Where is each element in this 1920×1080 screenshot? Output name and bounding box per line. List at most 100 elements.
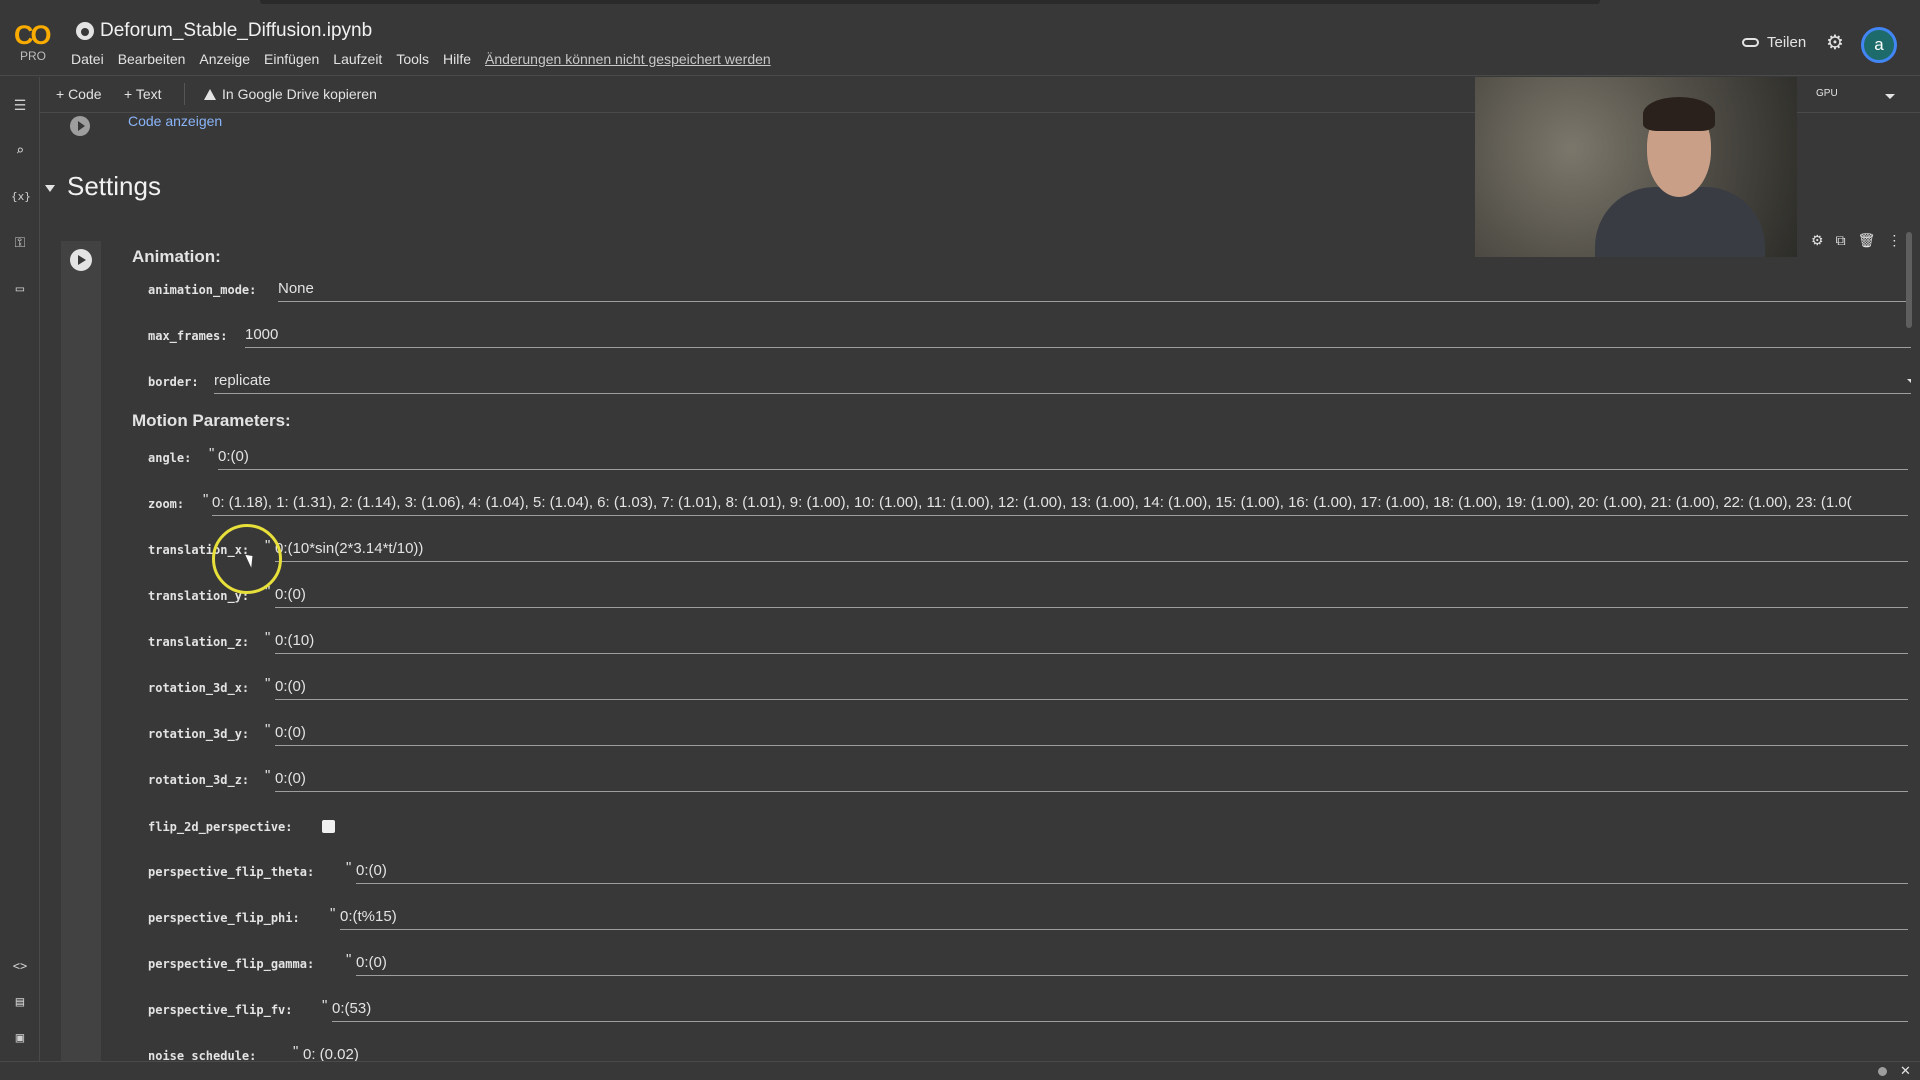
menu-bearbeiten[interactable]: Bearbeiten: [118, 51, 186, 67]
quote-open: ": [265, 629, 271, 646]
rotation-3d-x-input[interactable]: 0:(0): [275, 676, 1908, 700]
param-label: angle:: [148, 451, 192, 465]
close-icon[interactable]: ✕: [1900, 1063, 1911, 1079]
param-border: border: replicate: [148, 369, 1911, 397]
key-icon[interactable]: ⚿: [11, 234, 29, 252]
title-row: Deforum_Stable_Diffusion.ipynb: [76, 20, 372, 42]
quote-open: ": [265, 767, 271, 784]
menu-hilfe[interactable]: Hilfe: [443, 51, 471, 67]
quote-open: ": [265, 721, 271, 738]
param-translation-x: translation_x: " 0:(10*sin(2*3.14*t/10))…: [148, 537, 1911, 565]
param-zoom: zoom: " 0: (1.18), 1: (1.31), 2: (1.14),…: [148, 491, 1911, 519]
translation-x-input[interactable]: 0:(10*sin(2*3.14*t/10)): [275, 538, 1908, 562]
webcam-overlay: [1475, 77, 1797, 257]
cell-settings-icon[interactable]: ⚙: [1811, 232, 1824, 249]
perspective-flip-theta-input[interactable]: 0:(0): [356, 860, 1908, 884]
share-label: Teilen: [1767, 34, 1807, 51]
menu-icon[interactable]: ☰: [11, 97, 29, 115]
param-flip-2d-perspective: flip_2d_perspective:: [148, 814, 1911, 842]
mirror-cell-icon[interactable]: ⧉: [1836, 232, 1846, 249]
menu-anzeige[interactable]: Anzeige: [199, 51, 250, 67]
menu-einfuegen[interactable]: Einfügen: [264, 51, 319, 67]
notebook-title[interactable]: Deforum_Stable_Diffusion.ipynb: [100, 20, 372, 42]
code-snippets-icon[interactable]: <>: [11, 957, 29, 975]
param-label: perspective_flip_gamma:: [148, 957, 315, 971]
cell-gutter: [61, 241, 101, 1063]
param-label: perspective_flip_phi:: [148, 911, 300, 925]
run-cell-button[interactable]: [70, 249, 92, 271]
quote-open: ": [209, 445, 215, 462]
unsaved-notice-link[interactable]: Änderungen können nicht gespeichert werd…: [485, 51, 771, 67]
flip-2d-perspective-checkbox[interactable]: [322, 820, 335, 833]
quote-open: ": [346, 951, 352, 968]
rotation-3d-y-input[interactable]: 0:(0): [275, 722, 1908, 746]
cell-toolbar: ⚙ ⧉ 🗑 ⋮: [1811, 232, 1901, 249]
search-icon[interactable]: ⌕: [11, 142, 29, 160]
add-code-button[interactable]: + Code: [56, 86, 102, 102]
param-angle: angle: " 0:(0) ": [148, 445, 1911, 473]
quote-open: ": [203, 491, 209, 508]
rotation-3d-z-input[interactable]: 0:(0): [275, 768, 1908, 792]
translation-z-input[interactable]: 0:(10): [275, 630, 1908, 654]
menu-bar: Datei Bearbeiten Anzeige Einfügen Laufze…: [71, 51, 771, 67]
run-cell-button-previous[interactable]: [70, 116, 90, 136]
perspective-flip-gamma-input[interactable]: 0:(0): [356, 952, 1908, 976]
param-label: border:: [148, 375, 199, 389]
perspective-flip-phi-input[interactable]: 0:(t%15): [340, 906, 1908, 930]
vertical-scrollbar[interactable]: [1906, 232, 1912, 328]
add-text-button[interactable]: + Text: [124, 86, 162, 102]
avatar[interactable]: a: [1861, 27, 1897, 63]
colab-logo[interactable]: CO PRO: [14, 20, 56, 64]
variables-icon[interactable]: {x}: [11, 188, 31, 206]
max-frames-input[interactable]: 1000: [245, 324, 1911, 348]
section-title: Settings: [67, 171, 161, 201]
animation-heading: Animation:: [132, 247, 221, 266]
copy-to-drive-label: In Google Drive kopieren: [222, 86, 377, 102]
runtime-indicator[interactable]: GPU: [1816, 88, 1838, 99]
param-label: rotation_3d_y:: [148, 727, 250, 741]
param-perspective-flip-gamma: perspective_flip_gamma: " 0:(0) ": [148, 951, 1911, 979]
quote-open: ": [322, 997, 328, 1014]
folder-icon[interactable]: ▭: [11, 280, 29, 298]
perspective-flip-fv-input[interactable]: 0:(53): [332, 998, 1908, 1022]
top-strip: [260, 0, 1600, 4]
delete-icon[interactable]: 🗑: [1858, 232, 1876, 249]
param-translation-z: translation_z: " 0:(10) ": [148, 629, 1911, 657]
quote-open: ": [346, 859, 352, 876]
share-button[interactable]: Teilen: [1742, 34, 1806, 51]
chevron-down-icon[interactable]: [1885, 94, 1895, 99]
more-vert-icon[interactable]: ⋮: [1887, 232, 1901, 249]
param-label: zoom:: [148, 497, 185, 511]
param-perspective-flip-theta: perspective_flip_theta: " 0:(0) ": [148, 859, 1911, 887]
param-label: animation_mode:: [148, 283, 257, 297]
animation-mode-select[interactable]: None: [278, 278, 1911, 302]
logo-text: CO: [14, 20, 52, 50]
angle-input[interactable]: 0:(0): [218, 446, 1908, 470]
zoom-input[interactable]: 0: (1.18), 1: (1.31), 2: (1.14), 3: (1.0…: [212, 492, 1908, 516]
show-code-link[interactable]: Code anzeigen: [128, 113, 222, 129]
status-dot-icon: [1878, 1067, 1887, 1076]
copy-to-drive-button[interactable]: In Google Drive kopieren: [204, 86, 377, 102]
command-palette-icon[interactable]: ▤: [11, 993, 29, 1011]
link-icon: [1742, 38, 1759, 47]
menu-datei[interactable]: Datei: [71, 51, 104, 67]
toolbar-divider: [184, 83, 185, 105]
quote-open: ": [265, 675, 271, 692]
menu-laufzeit[interactable]: Laufzeit: [333, 51, 382, 67]
border-select[interactable]: replicate: [214, 370, 1911, 394]
param-label: perspective_flip_fv:: [148, 1003, 293, 1017]
settings-gear-icon[interactable]: ⚙: [1826, 33, 1846, 53]
section-collapse-icon[interactable]: [45, 185, 55, 192]
param-rotation-3d-x: rotation_3d_x: " 0:(0) ": [148, 675, 1911, 703]
param-noise-schedule: noise_schedule: " 0: (0.02) ": [148, 1043, 1911, 1063]
plan-badge: PRO: [20, 49, 47, 63]
webcam-person-body: [1595, 187, 1765, 257]
param-label: rotation_3d_z:: [148, 773, 250, 787]
translation-y-input[interactable]: 0:(0): [275, 584, 1908, 608]
select-value: None: [278, 280, 314, 297]
webcam-person-hair: [1643, 97, 1715, 131]
terminal-icon[interactable]: ▣: [11, 1029, 29, 1047]
param-translation-y: translation_y: " 0:(0) ": [148, 583, 1911, 611]
settings-form-cell[interactable]: ⚙ ⧉ 🗑 ⋮ Animation: animation_mode: None …: [61, 232, 1911, 1063]
menu-tools[interactable]: Tools: [396, 51, 429, 67]
